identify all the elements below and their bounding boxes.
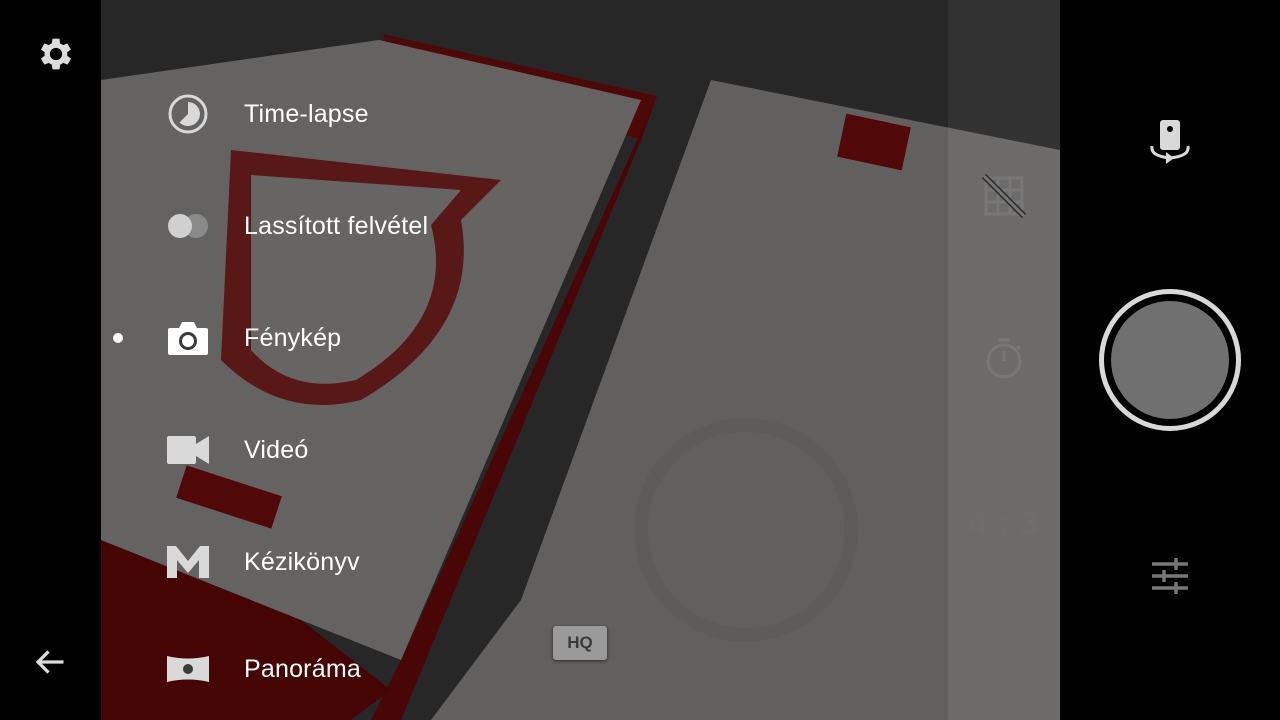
- arrow-left-icon: [32, 644, 68, 685]
- mode-item-time-lapse[interactable]: Time-lapse: [101, 74, 621, 154]
- switch-camera-icon: [1144, 114, 1196, 171]
- timelapse-icon: [165, 91, 211, 137]
- panorama-icon: [165, 646, 211, 692]
- switch-camera-button[interactable]: [1140, 112, 1200, 172]
- timer-button[interactable]: [980, 336, 1028, 384]
- mode-item-slow-motion[interactable]: Lassított felvétel: [101, 186, 621, 266]
- aspect-ratio-button[interactable]: 4 : 3: [960, 500, 1048, 546]
- mode-item-photo[interactable]: Fénykép: [101, 298, 621, 378]
- shutter-inner: [1111, 301, 1229, 419]
- back-button[interactable]: [26, 640, 74, 688]
- slow-motion-icon: [165, 203, 211, 249]
- grid-toggle-button[interactable]: [976, 170, 1032, 226]
- camera-icon: [165, 315, 211, 361]
- camera-app: Time-lapse Lassított felvétel Fénykép Vi…: [0, 0, 1280, 720]
- mode-label: Lassított felvétel: [244, 211, 429, 240]
- selected-indicator-dot: [113, 333, 123, 343]
- shutter-button[interactable]: [1099, 289, 1241, 431]
- grid-off-icon: [981, 173, 1027, 223]
- filters-button[interactable]: [1144, 552, 1196, 604]
- settings-button[interactable]: [30, 30, 82, 82]
- gear-icon: [35, 33, 77, 80]
- timer-icon: [983, 336, 1025, 385]
- manual-m-icon: [165, 539, 211, 585]
- mode-label: Panoráma: [244, 654, 361, 683]
- mode-item-video[interactable]: Videó: [101, 410, 621, 490]
- hq-badge[interactable]: HQ: [553, 626, 607, 660]
- left-bar: [0, 0, 101, 720]
- mode-item-panorama[interactable]: Panoráma: [101, 629, 621, 709]
- tune-sliders-icon: [1150, 556, 1190, 601]
- mode-item-manual[interactable]: Kézikönyv: [101, 522, 621, 602]
- mode-label: Time-lapse: [244, 99, 369, 128]
- mode-label: Videó: [244, 435, 309, 464]
- mode-label: Kézikönyv: [244, 547, 360, 576]
- mode-label: Fénykép: [244, 323, 342, 352]
- video-icon: [165, 427, 211, 473]
